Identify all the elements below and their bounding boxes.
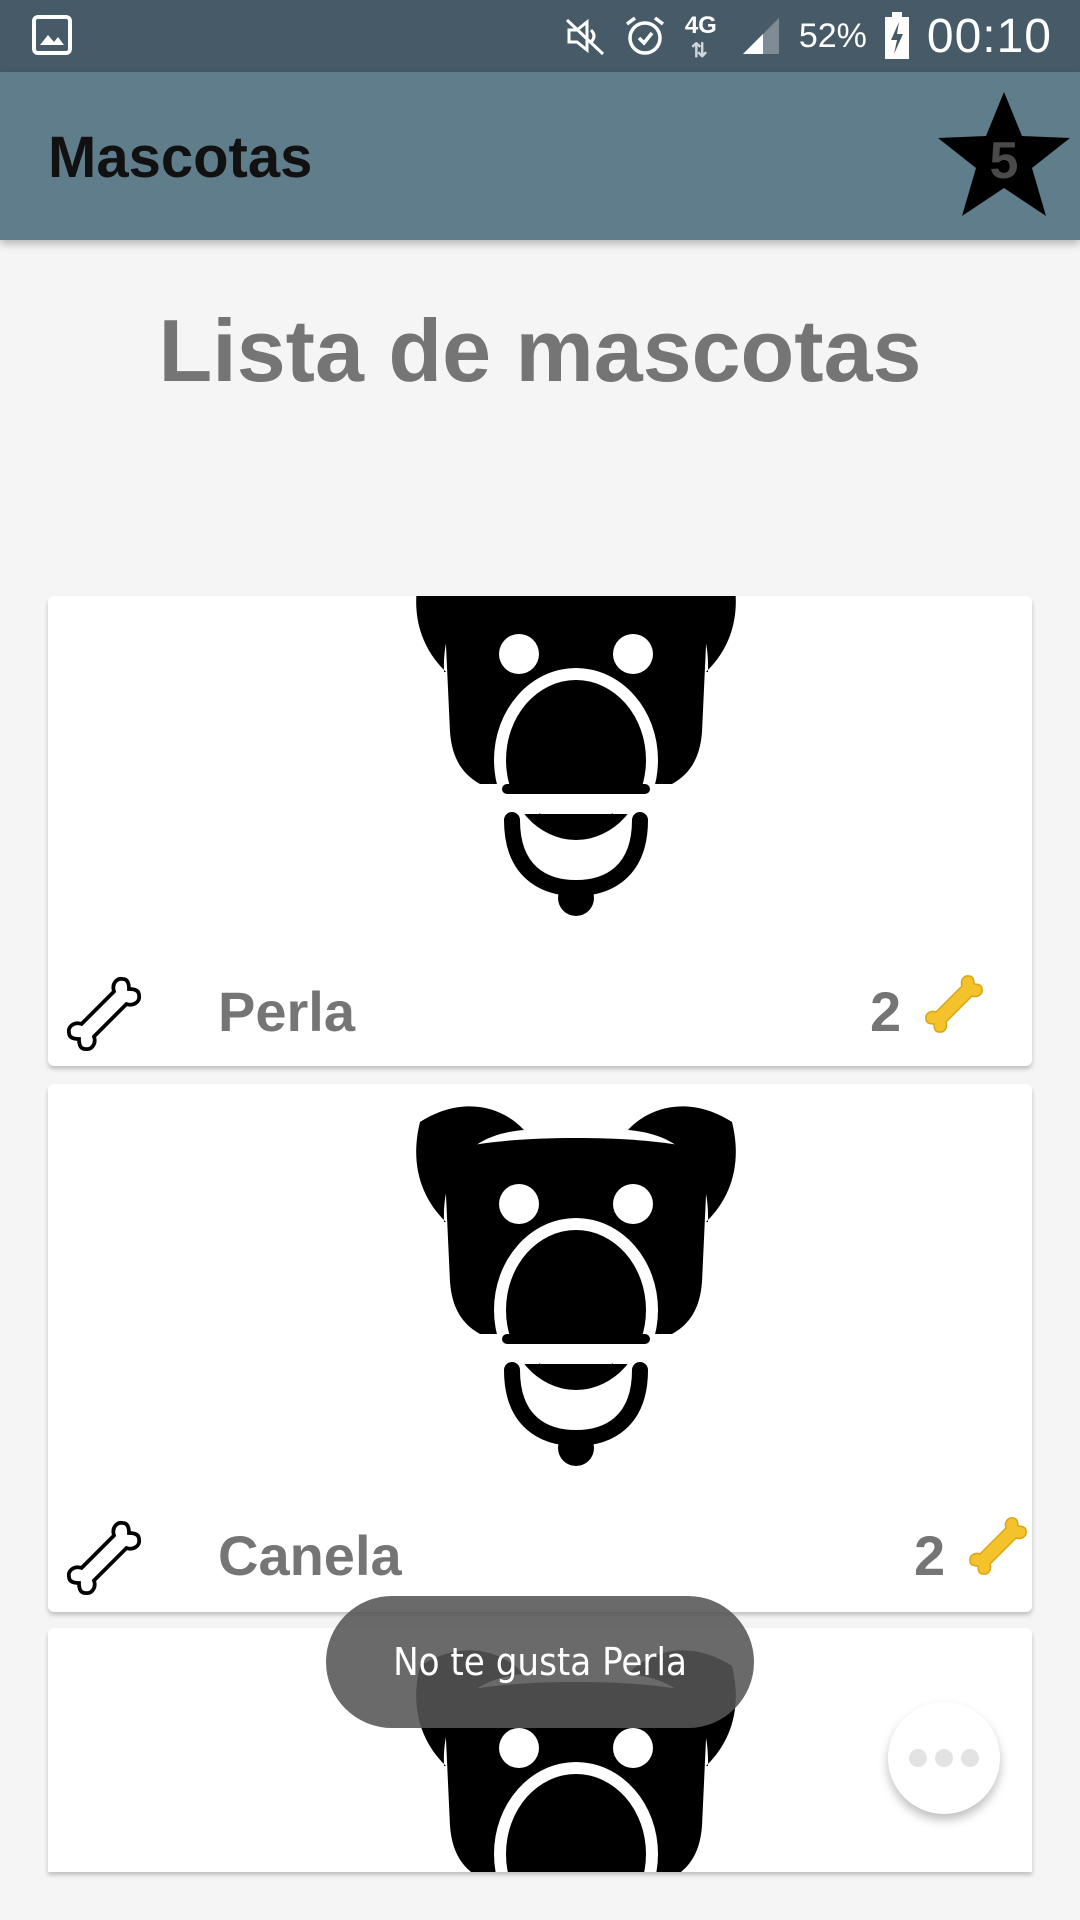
favorites-star-button[interactable]: 5 — [934, 88, 1074, 222]
more-options-button[interactable] — [888, 1702, 1000, 1814]
pet-card: Canela 2 — [48, 1084, 1032, 1612]
more-dots-icon — [961, 1749, 979, 1767]
pet-name: Perla — [218, 980, 355, 1043]
pet-card: Perla 2 — [48, 596, 1032, 1066]
screen: 4G ⇅ 52% 00:10 Mascotas 5 Lista de masco… — [0, 0, 1080, 1920]
pet-likes-count: 2 — [914, 1524, 946, 1587]
like-bone-button[interactable] — [64, 974, 144, 1054]
app-title: Mascotas — [48, 125, 313, 190]
mute-icon — [565, 18, 604, 56]
toast-message: No te gusta Perla — [326, 1596, 754, 1728]
dog-face-icon — [414, 1102, 738, 1466]
pet-name: Canela — [218, 1524, 402, 1587]
more-dots-icon — [935, 1749, 953, 1767]
battery-charging-icon — [884, 12, 909, 59]
alarm-icon — [625, 16, 664, 55]
app-bar: Mascotas — [0, 72, 1080, 240]
gallery-icon — [32, 15, 72, 55]
bone-gold-icon — [966, 1514, 1030, 1578]
battery-percent: 52% — [798, 16, 867, 55]
page-heading: Lista de mascotas — [158, 301, 922, 400]
network-label: 4G — [684, 12, 717, 39]
favorites-count: 5 — [990, 132, 1019, 190]
dog-face-icon — [414, 596, 738, 916]
pet-likes-count: 2 — [870, 980, 902, 1043]
network-4g-icon: 4G ⇅ — [683, 8, 723, 64]
data-arrows-icon: ⇅ — [690, 40, 708, 62]
status-icons: 4G ⇅ 52% 00:10 — [563, 0, 1052, 72]
bone-gold-icon — [922, 972, 986, 1036]
more-dots-icon — [909, 1749, 927, 1767]
signal-icon — [742, 18, 779, 54]
like-bone-button[interactable] — [64, 1518, 144, 1598]
status-bar: 4G ⇅ 52% 00:10 — [0, 0, 1080, 72]
clock: 00:10 — [926, 9, 1052, 63]
